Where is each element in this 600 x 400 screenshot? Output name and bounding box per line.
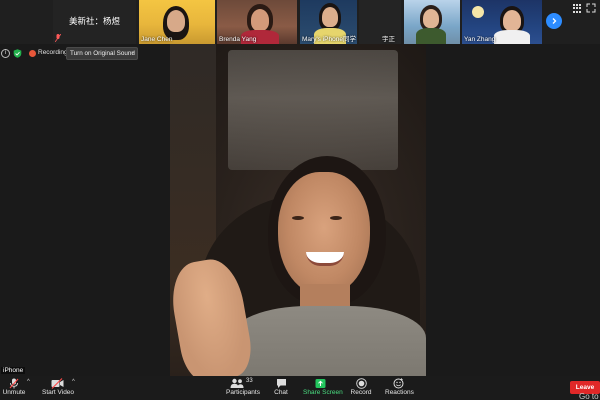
chat-button[interactable]: Chat [272,378,290,396]
original-sound-label: Turn on Original Sound [70,50,135,57]
participant-video-tile[interactable]: Yan Zhang [462,0,542,44]
meeting-controls-toolbar: Unmute ^ Start Video ^ 33 Participants C… [0,376,600,400]
record-icon [355,378,367,389]
speaker-eye [330,216,342,220]
moon-background-decoration [472,6,484,18]
original-sound-button[interactable]: Turn on Original Sound ▾ [66,47,138,60]
participant-face [322,7,338,27]
emoji-reaction-icon [393,378,403,389]
chevron-right-icon [552,18,557,24]
participant-video-tile[interactable]: Brenda Yang [217,0,297,44]
participant-name: 美新社：杨煜 [68,17,120,27]
self-view-label: iPhone [1,367,26,374]
speaker-eye [292,216,304,220]
participant-name: Jane Chen [141,36,173,43]
start-video-label: Start Video [42,389,75,396]
video-off-icon [51,378,63,389]
mic-muted-icon [55,34,61,42]
participant-name: Brenda Yang [219,36,257,43]
participant-video-tile[interactable] [404,0,460,44]
participant-thumbnail-strip: 美新社：杨煜 Jane Chen Brenda Yang Mary's iPho… [0,0,600,44]
participants-icon [230,378,244,388]
start-video-button[interactable]: Start Video [42,378,75,396]
participant-video-tile[interactable]: Jane Chen [139,0,215,44]
reactions-label: Reactions [385,389,414,396]
goto-label: Go to [579,392,599,400]
active-speaker-video[interactable] [170,44,426,376]
participant-tile-name-only[interactable]: 宇正 [359,0,401,44]
unmute-button[interactable]: Unmute [2,378,26,396]
share-screen-label: Share Screen [303,389,343,396]
reactions-button[interactable]: Reactions [385,378,414,396]
chat-label: Chat [274,389,288,396]
participants-button[interactable]: 33 Participants [226,378,260,396]
participant-tile-name-only[interactable]: 美新社：杨煜 [53,0,136,44]
participant-face [167,10,185,32]
participant-face [251,9,269,31]
record-button[interactable]: Record [350,378,372,396]
mic-muted-icon [9,378,19,389]
participant-clothing [416,28,446,44]
share-screen-icon [315,379,325,388]
participant-video-tile[interactable]: Mary's iPhone同学 [300,0,357,44]
participant-name: 宇正 [382,36,395,43]
participants-label: Participants [226,389,260,396]
video-options-caret-icon[interactable]: ^ [72,379,75,385]
participant-clothing [494,30,530,44]
recording-label: Recording [38,49,68,56]
fullscreen-icon[interactable] [586,3,596,13]
audio-options-caret-icon[interactable]: ^ [27,379,30,385]
record-label: Record [350,389,372,396]
unmute-label: Unmute [2,389,26,396]
participant-face [503,10,521,31]
participants-count: 33 [246,378,253,384]
share-screen-button[interactable]: Share Screen [303,378,343,396]
recording-indicator-icon [29,50,36,57]
background-curtain [228,50,398,170]
participant-name: Yan Zhang [464,36,496,43]
participant-face [423,9,439,28]
chat-icon [276,379,286,388]
speaker-shirt [230,306,426,376]
chevron-down-icon[interactable]: ▾ [131,48,134,59]
speaker-face [278,172,370,296]
participant-name: Mary's iPhone同学 [302,36,356,43]
meeting-info-icon[interactable]: i [1,49,10,58]
gallery-view-icon[interactable] [573,4,582,13]
security-shield-icon[interactable] [13,49,22,58]
next-page-button[interactable] [546,13,562,29]
